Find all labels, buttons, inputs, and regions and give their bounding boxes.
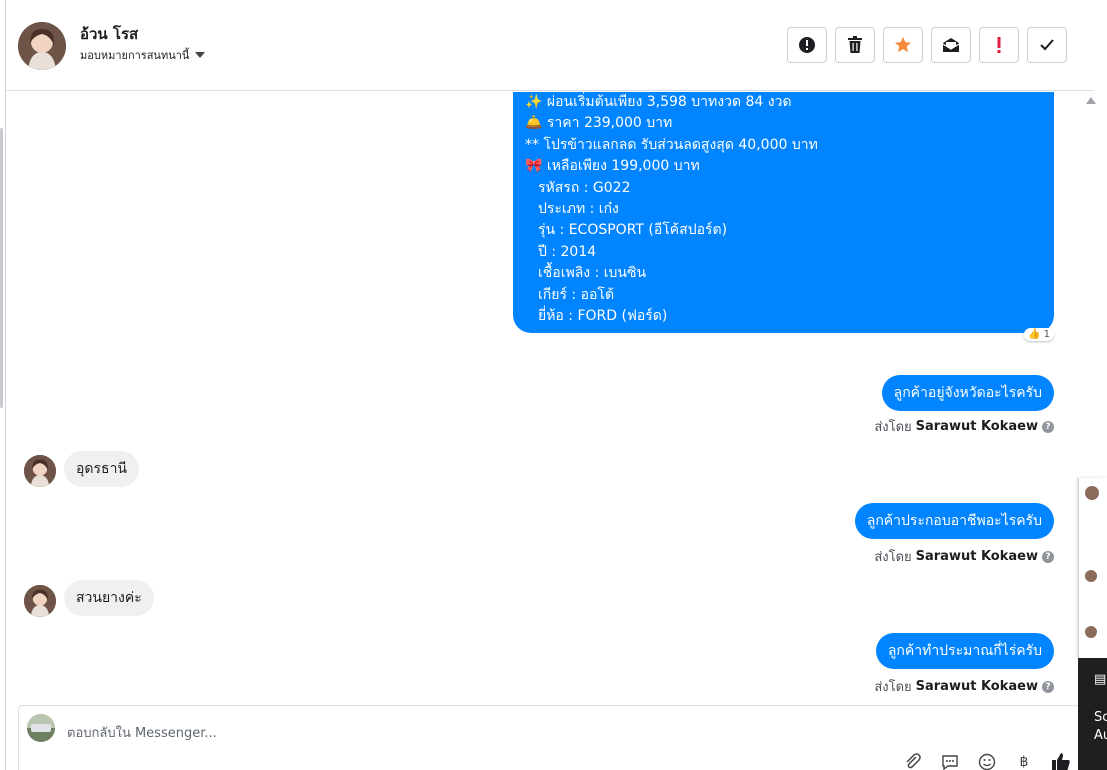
conversation-header: อ้วน โรส มอบหมายการสนทนานี้ (6, 0, 1094, 91)
help-icon[interactable]: ? (1042, 550, 1054, 563)
envelope-icon (942, 38, 960, 52)
reaction-count: 1 (1043, 329, 1050, 340)
listing-line: เกียร์ : ออโต้ (538, 286, 615, 303)
composer-actions: ฿ (903, 752, 1071, 770)
outgoing-message: ลูกค้าอยู่จังหวัดอะไรครับ (881, 375, 1054, 411)
alert-circle-icon (799, 37, 815, 53)
outgoing-message: ลูกค้าประกอบอาชีพอะไรครับ (854, 503, 1054, 539)
side-avatar[interactable] (1085, 486, 1099, 500)
side-text: Sc (1094, 710, 1107, 725)
listing-line: ปี : 2014 (538, 243, 597, 260)
listing-line: 🛎️ ราคา 239,000 บาท (525, 115, 673, 132)
side-avatar[interactable] (1085, 626, 1097, 638)
listing-line: รหัสรถ : G022 (538, 179, 631, 196)
side-avatar[interactable] (1085, 570, 1097, 582)
car-listing-message: ✨ ผ่อนเริ่มต้นเพียง 3,598 บาทงวด 84 งวด … (513, 92, 1054, 333)
listing-line: เชื้อเพลิง : เบนซิน (538, 265, 647, 282)
thumbs-up-reaction-icon: 👍 (1028, 329, 1041, 340)
exclamation-icon (997, 37, 1001, 53)
attachment-icon[interactable] (903, 752, 923, 770)
sent-by-label: ส่งโดย (874, 420, 912, 435)
listing-line: ** โปรข้าวแลกลด รับส่วนลดสูงสุด 40,000 บ… (525, 136, 818, 153)
star-icon (894, 36, 912, 53)
incoming-message: สวนยางค่ะ (64, 580, 154, 616)
listing-line: รุ่น : ECOSPORT (อีโค้สปอร์ต) (538, 222, 728, 239)
assign-conversation-dropdown[interactable]: มอบหมายการสนทนานี้ (80, 46, 206, 64)
delete-button[interactable] (835, 27, 875, 63)
contact-avatar-small[interactable] (24, 455, 56, 487)
check-icon (1040, 39, 1054, 51)
side-icon[interactable]: ▤ (1094, 672, 1106, 687)
payment-baht-icon[interactable]: ฿ (1014, 752, 1034, 770)
contact-avatar[interactable] (18, 22, 66, 70)
done-button[interactable] (1027, 27, 1067, 63)
side-dark-panel: ▤ Sc Au (1078, 658, 1107, 770)
listing-line: 🎀 เหลือเพียง 199,000 บาท (525, 158, 700, 175)
sent-by-info: ส่งโดย Sarawut Kokaew ? (874, 416, 1054, 437)
side-conversation-list (1078, 478, 1107, 658)
report-button[interactable] (787, 27, 827, 63)
sender-name: Sarawut Kokaew (915, 419, 1038, 434)
outgoing-message: ลูกค้าทำประมาณกี่ไร่ครับ (875, 633, 1054, 669)
saved-reply-icon[interactable] (940, 752, 960, 770)
page-avatar (27, 714, 55, 742)
conversation-toolbar (787, 27, 1067, 63)
sender-name: Sarawut Kokaew (915, 679, 1038, 694)
trash-icon (848, 36, 862, 53)
mark-unread-button[interactable] (931, 27, 971, 63)
side-text: Au (1094, 728, 1107, 743)
scroll-up-arrow-icon[interactable] (1086, 97, 1096, 104)
message-thread: ✨ ผ่อนเริ่มต้นเพียง 3,598 บาทงวด 84 งวด … (6, 92, 1080, 702)
thumbs-up-icon[interactable] (1051, 752, 1071, 770)
incoming-message: อุดรธานี (64, 451, 139, 487)
left-scroll-indicator (0, 128, 3, 408)
emoji-icon[interactable] (977, 752, 997, 770)
sent-by-info: ส่งโดย Sarawut Kokaew ? (874, 546, 1054, 567)
star-button[interactable] (883, 27, 923, 63)
help-icon[interactable]: ? (1042, 420, 1054, 433)
listing-line: ✨ ผ่อนเริ่มต้นเพียง 3,598 บาทงวด 84 งวด (525, 94, 792, 110)
sent-by-label: ส่งโดย (874, 680, 912, 695)
listing-line: ยี่ห้อ : FORD (ฟอร์ด) (538, 308, 668, 325)
chevron-down-icon (195, 52, 206, 58)
reply-composer[interactable]: ตอบกลับใน Messenger... ฿ (18, 705, 1080, 770)
important-button[interactable] (979, 27, 1019, 63)
listing-line: ประเภท : เก๋ง (538, 201, 619, 218)
contact-name: อ้วน โรส (80, 25, 139, 43)
sender-name: Sarawut Kokaew (915, 549, 1038, 564)
contact-avatar-small[interactable] (24, 585, 56, 617)
reaction-badge[interactable]: 👍 1 (1024, 328, 1054, 341)
reply-input[interactable]: ตอบกลับใน Messenger... (67, 722, 217, 743)
assign-label: มอบหมายการสนทนานี้ (80, 49, 190, 62)
sent-by-label: ส่งโดย (874, 550, 912, 565)
help-icon[interactable]: ? (1042, 680, 1054, 693)
sent-by-info: ส่งโดย Sarawut Kokaew ? (874, 676, 1054, 697)
